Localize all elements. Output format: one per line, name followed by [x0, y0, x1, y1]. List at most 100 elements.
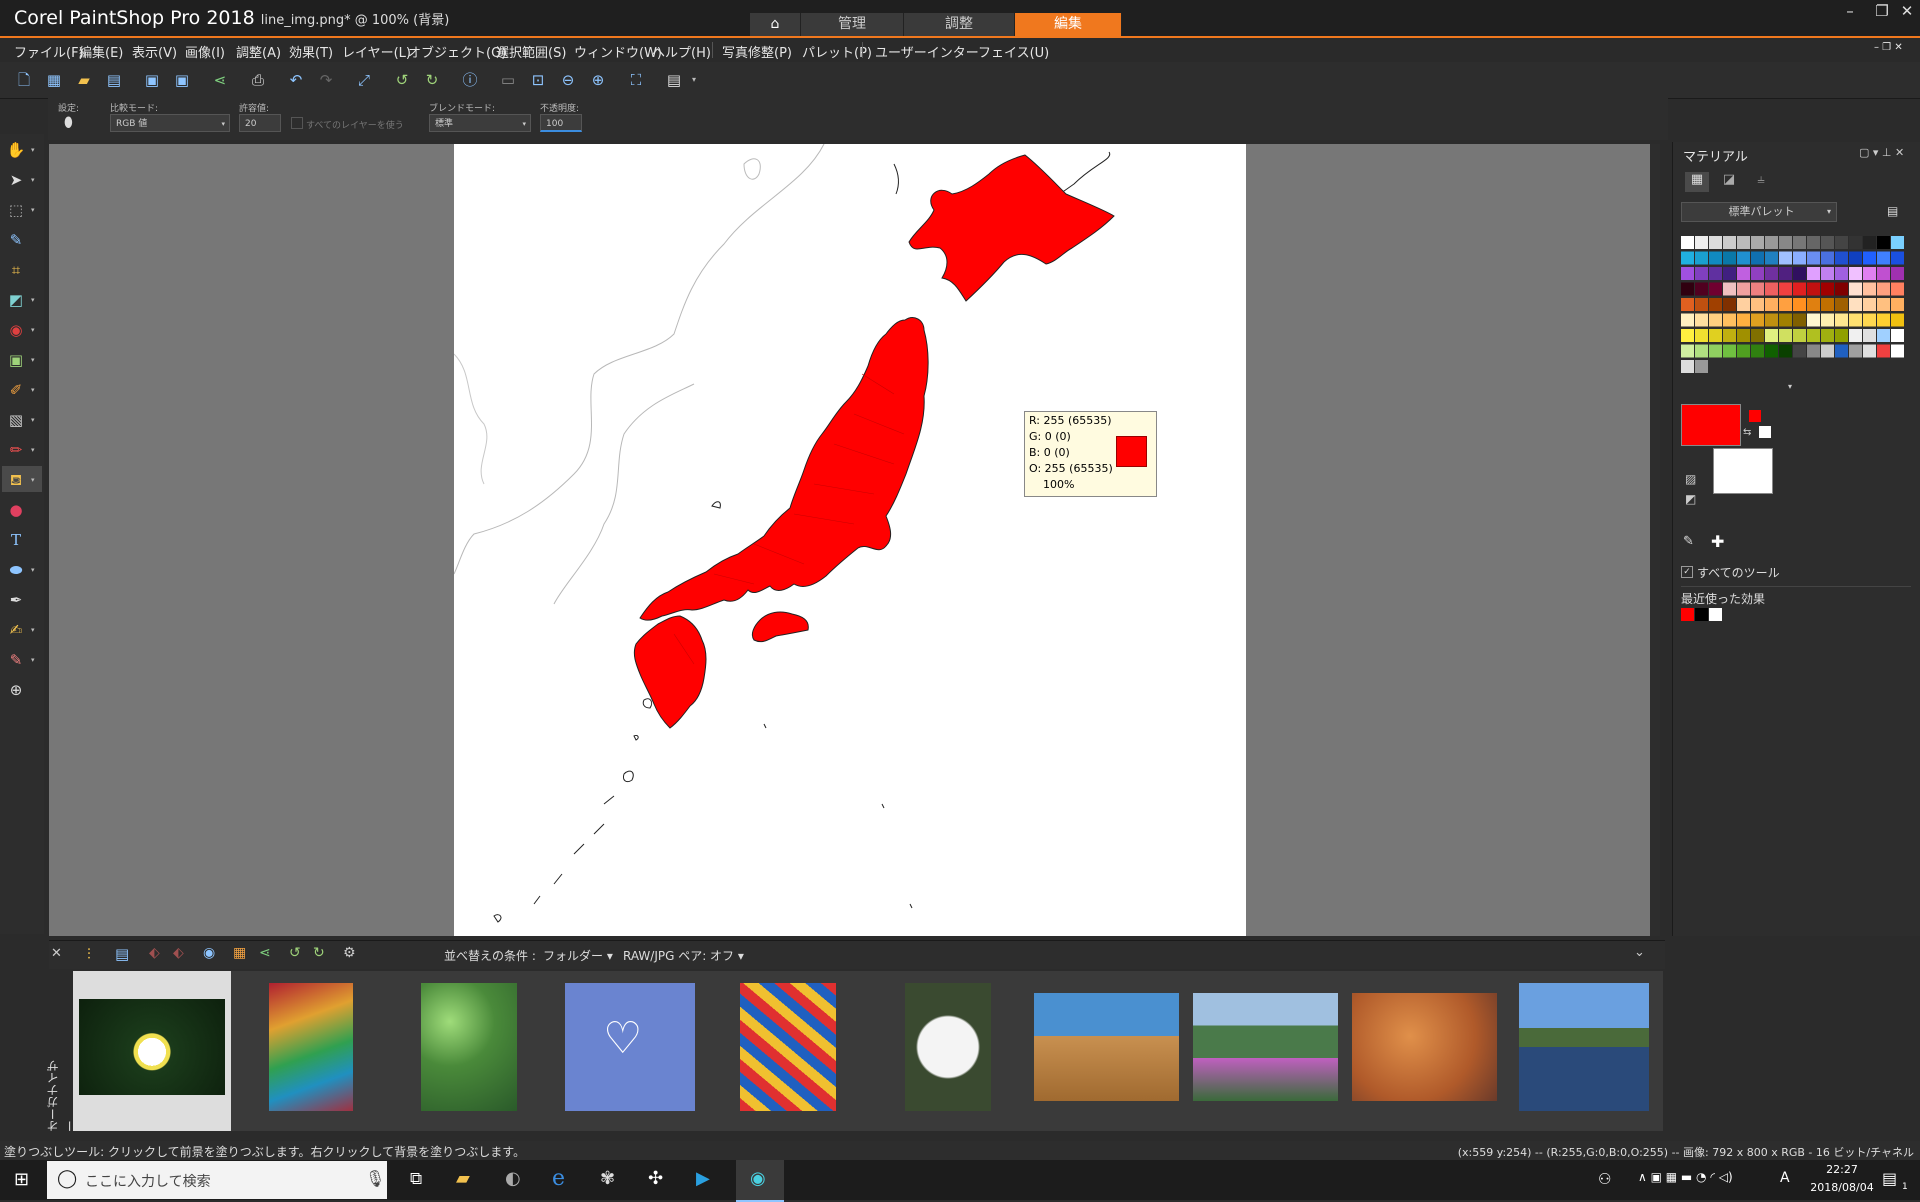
- resize-icon[interactable]: ⤢: [354, 70, 374, 90]
- tray-icons[interactable]: ∧ ▣ ▦ ▬ ◔ ◜ ◁): [1638, 1170, 1733, 1184]
- color-swatch[interactable]: [1835, 313, 1848, 327]
- paint-icon[interactable]: ✾: [600, 1168, 615, 1189]
- color-swatch[interactable]: [1709, 344, 1722, 358]
- thumbnail-cockatoo[interactable]: [905, 983, 991, 1111]
- color-swatch[interactable]: [1863, 282, 1876, 296]
- straighten-tool-icon[interactable]: ◩: [6, 290, 26, 310]
- color-swatch-grid[interactable]: [1681, 236, 1911, 374]
- color-swatch[interactable]: [1793, 313, 1806, 327]
- color-swatch[interactable]: [1863, 298, 1876, 311]
- color-swatch[interactable]: [1821, 344, 1834, 358]
- color-swatch[interactable]: [1863, 313, 1876, 327]
- color-swatch[interactable]: [1751, 251, 1764, 265]
- add-swatch-icon[interactable]: ✚: [1711, 532, 1724, 551]
- swatch-more-icon[interactable]: ▾: [1788, 382, 1792, 391]
- reset-colors-icon[interactable]: ◩: [1685, 492, 1696, 506]
- palette-library-icon[interactable]: ▤: [1887, 204, 1898, 218]
- capture-icon[interactable]: ⚙: [343, 945, 356, 961]
- color-swatch[interactable]: [1709, 267, 1722, 280]
- color-swatch[interactable]: [1877, 267, 1890, 280]
- color-swatch[interactable]: [1765, 267, 1778, 280]
- menu-file[interactable]: ファイル(F): [14, 42, 84, 61]
- thumbnail-rock-arch[interactable]: [1034, 993, 1179, 1101]
- color-swatch[interactable]: [1793, 344, 1806, 358]
- color-swatch[interactable]: [1891, 282, 1904, 296]
- tool-dropdown-icon[interactable]: ▾: [31, 356, 35, 364]
- menu-photo-fix[interactable]: 写真修整(P): [722, 42, 792, 61]
- undo-icon[interactable]: ↺: [392, 70, 412, 90]
- color-swatch[interactable]: [1793, 329, 1806, 342]
- zoom-in-icon[interactable]: ⊕: [588, 70, 608, 90]
- color-swatch[interactable]: [1821, 313, 1834, 327]
- color-swatch[interactable]: [1681, 282, 1694, 296]
- color-swatch[interactable]: [1751, 236, 1764, 249]
- view-mode-icon[interactable]: ▤: [115, 945, 129, 963]
- rotate-left-icon[interactable]: ↺: [289, 945, 301, 961]
- color-swatch[interactable]: [1877, 236, 1890, 249]
- text-tool-icon[interactable]: T: [6, 530, 26, 550]
- color-swatch[interactable]: [1723, 298, 1736, 311]
- color-swatch[interactable]: [1891, 267, 1904, 280]
- share-icon[interactable]: ⋖: [210, 70, 230, 90]
- color-swatch[interactable]: [1681, 329, 1694, 342]
- paste-icon[interactable]: ▤: [664, 70, 684, 90]
- color-swatch[interactable]: [1709, 236, 1722, 249]
- all-tools-checkbox[interactable]: ✓: [1681, 566, 1693, 578]
- rotate-left-icon[interactable]: ↶: [286, 70, 306, 90]
- color-swatch[interactable]: [1709, 298, 1722, 311]
- opacity-input[interactable]: 100: [540, 114, 582, 132]
- thumbnail-heart[interactable]: ♡: [565, 983, 695, 1111]
- color-swatch[interactable]: [1877, 251, 1890, 265]
- organizer-collapse-icon[interactable]: ⌄: [1634, 945, 1645, 960]
- color-swatch[interactable]: [1793, 236, 1806, 249]
- color-swatch[interactable]: [1737, 267, 1750, 280]
- rotate-right-icon[interactable]: ↻: [313, 945, 325, 961]
- color-swatch[interactable]: [1681, 298, 1694, 311]
- search-icon[interactable]: ◉: [203, 945, 215, 961]
- app-icon[interactable]: ◐: [505, 1168, 521, 1189]
- color-swatch[interactable]: [1835, 236, 1848, 249]
- color-swatch[interactable]: [1807, 344, 1820, 358]
- color-swatch[interactable]: [1737, 344, 1750, 358]
- color-swatch[interactable]: [1793, 298, 1806, 311]
- color-swatch[interactable]: [1765, 298, 1778, 311]
- color-swatch[interactable]: [1821, 267, 1834, 280]
- color-swatch[interactable]: [1681, 344, 1694, 358]
- fit-image-icon[interactable]: ⊡: [528, 70, 548, 90]
- menu-adjust[interactable]: 調整(A): [236, 42, 281, 61]
- redo-icon[interactable]: ↻: [422, 70, 442, 90]
- color-swatch[interactable]: [1849, 313, 1862, 327]
- tool-dropdown-icon[interactable]: ▾: [31, 476, 35, 484]
- grid-icon[interactable]: ▦: [44, 70, 64, 90]
- color-swatch[interactable]: [1751, 298, 1764, 311]
- color-swatch[interactable]: [1695, 329, 1708, 342]
- thumbnail-balloon[interactable]: [740, 983, 836, 1111]
- color-swatch[interactable]: [1807, 251, 1820, 265]
- tool-dropdown-icon[interactable]: ▾: [31, 326, 35, 334]
- retouch-tool-icon[interactable]: ✎: [6, 650, 26, 670]
- menu-help[interactable]: ヘルプ(H): [652, 42, 711, 61]
- color-swatch[interactable]: [1793, 282, 1806, 296]
- tab-manage[interactable]: 管理: [801, 13, 904, 36]
- color-swatch[interactable]: [1779, 251, 1792, 265]
- picture-tube-tool-icon[interactable]: ●: [6, 500, 26, 520]
- thumbnail-water-lily[interactable]: [79, 999, 225, 1095]
- menu-effects[interactable]: 効果(T): [289, 42, 333, 61]
- recent-color-swatch[interactable]: [1709, 608, 1722, 621]
- color-swatch[interactable]: [1779, 344, 1792, 358]
- color-swatch[interactable]: [1779, 313, 1792, 327]
- new-icon[interactable]: 🗋: [14, 70, 34, 90]
- color-swatch[interactable]: [1765, 329, 1778, 342]
- info-icon[interactable]: ⓘ: [460, 70, 480, 90]
- color-swatch[interactable]: [1751, 329, 1764, 342]
- color-swatch[interactable]: [1807, 236, 1820, 249]
- color-swatch[interactable]: [1807, 313, 1820, 327]
- color-swatch[interactable]: [1737, 313, 1750, 327]
- tool-dropdown-icon[interactable]: ▾: [31, 656, 35, 664]
- image-canvas[interactable]: [453, 143, 1246, 936]
- rotate-right-icon[interactable]: ↷: [316, 70, 336, 90]
- tool-dropdown-icon[interactable]: ▾: [31, 296, 35, 304]
- blend-mode-select[interactable]: 標準 ▾: [429, 114, 531, 132]
- menu-view[interactable]: 表示(V): [132, 42, 177, 61]
- color-swatch[interactable]: [1891, 329, 1904, 342]
